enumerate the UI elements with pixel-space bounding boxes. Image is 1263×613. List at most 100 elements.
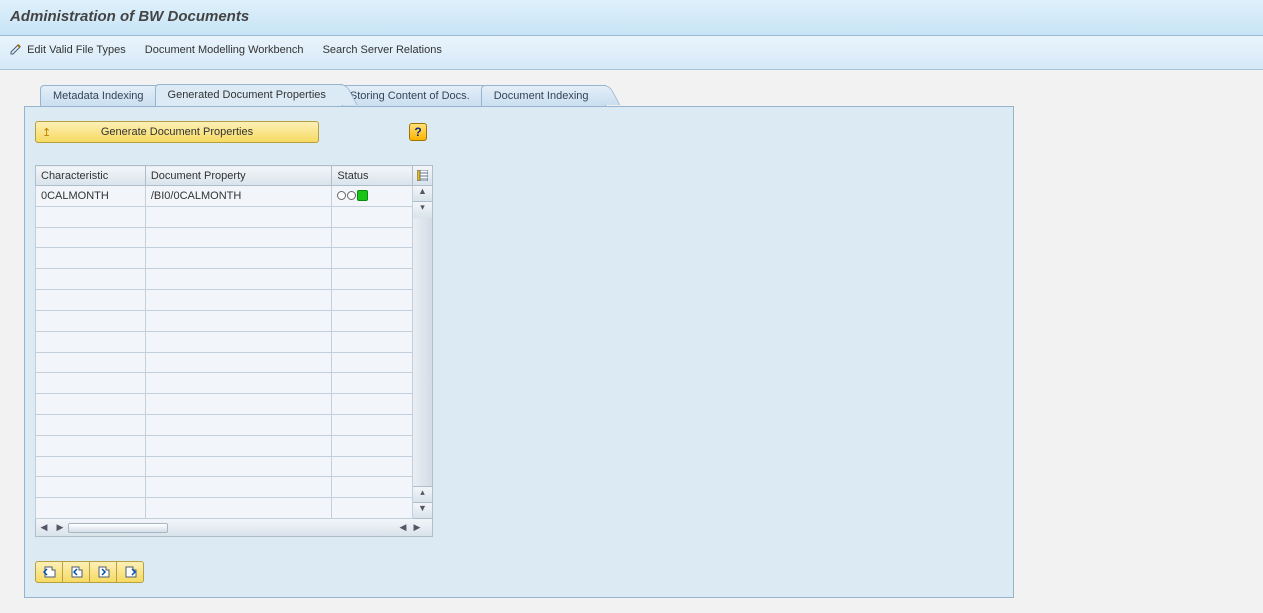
help-icon[interactable]: ?	[409, 123, 427, 141]
scroll-left-icon[interactable]: ◀	[36, 522, 52, 533]
cell-empty[interactable]	[145, 456, 331, 477]
cell-empty[interactable]	[36, 373, 146, 394]
cell-empty[interactable]	[36, 206, 146, 227]
cell-empty[interactable]	[145, 352, 331, 373]
cell-empty[interactable]	[332, 269, 413, 290]
pencil-icon	[10, 43, 22, 55]
properties-table: Characteristic Document Property Status …	[35, 165, 413, 519]
page-body: Metadata Indexing Generated Document Pro…	[0, 70, 1263, 613]
cell-empty[interactable]	[145, 477, 331, 498]
scroll-line-up-icon[interactable]: ▾	[413, 202, 432, 218]
cell-empty[interactable]	[145, 373, 331, 394]
cell-empty[interactable]	[332, 352, 413, 373]
cell-empty[interactable]	[36, 352, 146, 373]
tab-panel: ↥ Generate Document Properties ? Charact…	[24, 106, 1014, 598]
table-row[interactable]	[36, 227, 413, 248]
scroll-col-right-icon[interactable]: ◀	[396, 522, 410, 533]
table-row[interactable]	[36, 435, 413, 456]
cell-status[interactable]	[332, 186, 413, 207]
cell-empty[interactable]	[145, 227, 331, 248]
table-row[interactable]: 0CALMONTH/BI0/0CALMONTH	[36, 186, 413, 207]
cell-empty[interactable]	[332, 310, 413, 331]
cell-empty[interactable]	[332, 477, 413, 498]
table-row[interactable]	[36, 248, 413, 269]
cell-empty[interactable]	[145, 394, 331, 415]
table-row[interactable]	[36, 290, 413, 311]
scroll-right-icon[interactable]: ▶	[410, 522, 424, 533]
scroll-col-left-icon[interactable]: ▶	[52, 522, 68, 533]
status-light-off-icon	[337, 191, 346, 200]
cell-empty[interactable]	[145, 435, 331, 456]
cell-empty[interactable]	[36, 394, 146, 415]
cell-empty[interactable]	[332, 456, 413, 477]
cell-empty[interactable]	[332, 206, 413, 227]
edit-file-types-button[interactable]: Edit Valid File Types	[10, 43, 126, 56]
cell-empty[interactable]	[36, 498, 146, 519]
cell-empty[interactable]	[36, 290, 146, 311]
cell-empty[interactable]	[332, 248, 413, 269]
page-title: Administration of BW Documents	[10, 8, 1253, 25]
cell-empty[interactable]	[145, 331, 331, 352]
cell-empty[interactable]	[145, 290, 331, 311]
tab-strip: Metadata Indexing Generated Document Pro…	[40, 84, 1263, 106]
first-page-button[interactable]	[35, 561, 63, 583]
cell-empty[interactable]	[145, 414, 331, 435]
cell-empty[interactable]	[332, 331, 413, 352]
cell-empty[interactable]	[145, 498, 331, 519]
table-row[interactable]	[36, 331, 413, 352]
cell-empty[interactable]	[332, 435, 413, 456]
cell-empty[interactable]	[332, 498, 413, 519]
cell-empty[interactable]	[332, 373, 413, 394]
tab-storing-content[interactable]: Storing Content of Docs.	[337, 85, 487, 106]
tab-document-indexing[interactable]: Document Indexing	[481, 85, 606, 106]
scroll-thumb[interactable]	[68, 523, 168, 533]
tab-generated-doc-properties[interactable]: Generated Document Properties	[155, 84, 343, 106]
cell-empty[interactable]	[36, 310, 146, 331]
col-document-property[interactable]: Document Property	[145, 166, 331, 186]
table-settings-button[interactable]	[413, 166, 432, 186]
cell-empty[interactable]	[332, 394, 413, 415]
table-row[interactable]	[36, 477, 413, 498]
doc-workbench-button[interactable]: Document Modelling Workbench	[145, 44, 304, 56]
cell-empty[interactable]	[332, 227, 413, 248]
scroll-line-down-icon[interactable]: ▴	[413, 486, 432, 502]
cell-empty[interactable]	[36, 414, 146, 435]
cell-empty[interactable]	[145, 269, 331, 290]
cell-empty[interactable]	[36, 456, 146, 477]
tab-metadata-indexing[interactable]: Metadata Indexing	[40, 85, 161, 106]
table-row[interactable]	[36, 310, 413, 331]
vertical-scrollbar[interactable]: ▲ ▾ ▴ ▼	[413, 186, 432, 518]
cell-empty[interactable]	[36, 227, 146, 248]
table-row[interactable]	[36, 269, 413, 290]
cell-empty[interactable]	[36, 248, 146, 269]
table-row[interactable]	[36, 394, 413, 415]
next-page-button[interactable]	[89, 561, 117, 583]
prev-page-button[interactable]	[62, 561, 90, 583]
scroll-up-icon[interactable]: ▲	[413, 186, 432, 202]
cell-characteristic[interactable]: 0CALMONTH	[36, 186, 146, 207]
page-next-icon	[96, 565, 110, 579]
scroll-down-icon[interactable]: ▼	[413, 502, 432, 518]
col-status[interactable]: Status	[332, 166, 413, 186]
cell-empty[interactable]	[36, 331, 146, 352]
table-row[interactable]	[36, 456, 413, 477]
cell-empty[interactable]	[145, 310, 331, 331]
table-row[interactable]	[36, 498, 413, 519]
cell-empty[interactable]	[145, 206, 331, 227]
cell-empty[interactable]	[332, 414, 413, 435]
cell-empty[interactable]	[36, 477, 146, 498]
cell-empty[interactable]	[332, 290, 413, 311]
cell-property[interactable]: /BI0/0CALMONTH	[145, 186, 331, 207]
table-row[interactable]	[36, 352, 413, 373]
last-page-button[interactable]	[116, 561, 144, 583]
cell-empty[interactable]	[145, 248, 331, 269]
table-row[interactable]	[36, 414, 413, 435]
col-characteristic[interactable]: Characteristic	[36, 166, 146, 186]
cell-empty[interactable]	[36, 435, 146, 456]
table-row[interactable]	[36, 373, 413, 394]
generate-doc-properties-button[interactable]: ↥ Generate Document Properties	[35, 121, 319, 143]
cell-empty[interactable]	[36, 269, 146, 290]
table-row[interactable]	[36, 206, 413, 227]
search-relations-button[interactable]: Search Server Relations	[323, 44, 442, 56]
horizontal-scrollbar[interactable]: ◀ ▶ ◀ ▶	[35, 519, 433, 537]
